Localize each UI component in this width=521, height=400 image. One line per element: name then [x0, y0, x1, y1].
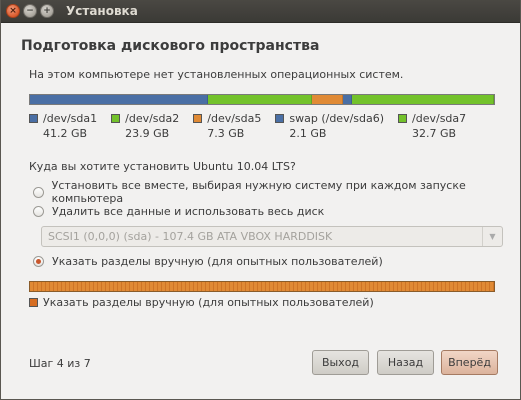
- legend-item: /dev/sda2 23.9 GB: [111, 112, 179, 140]
- disk-segment: [208, 95, 312, 104]
- legend-swatch: [193, 114, 203, 123]
- manual-partition-label: Указать разделы вручную (для опытных пол…: [43, 296, 374, 309]
- option-manual-partitioning[interactable]: Указать разделы вручную (для опытных пол…: [33, 255, 383, 268]
- close-icon: ×: [9, 5, 17, 16]
- manual-partition-bar: [29, 281, 495, 292]
- partition-legend: /dev/sda1 41.2 GB/dev/sda2 23.9 GB/dev/sda…: [29, 112, 480, 140]
- legend-item: /dev/sda5 7.3 GB: [193, 112, 261, 140]
- disk-segment: [343, 95, 353, 104]
- partition-size: 2.1 GB: [289, 127, 327, 140]
- partition-name: /dev/sda5: [207, 112, 262, 125]
- installer-window: × − + Установка Подготовка дискового про…: [0, 0, 521, 400]
- maximize-icon: +: [43, 5, 51, 16]
- radio-button[interactable]: [33, 256, 44, 267]
- partition-size: 23.9 GB: [125, 127, 170, 140]
- legend-swatch: [29, 114, 38, 123]
- disk-segment: [311, 95, 344, 104]
- option-install-alongside[interactable]: Установить все вместе, выбирая нужную си…: [33, 179, 520, 205]
- option-label: Указать разделы вручную (для опытных пол…: [52, 255, 383, 268]
- partition-name: /dev/sda1: [43, 112, 98, 125]
- partition-size: 32.7 GB: [412, 127, 457, 140]
- option-erase-disk[interactable]: Удалить все данные и использовать весь д…: [33, 205, 324, 218]
- partition-name: /dev/sda7: [412, 112, 467, 125]
- disk-segment: [352, 95, 494, 104]
- legend-item: swap (/dev/sda6) 2.1 GB: [275, 112, 384, 140]
- page-subtitle: На этом компьютере нет установленных опе…: [29, 68, 404, 81]
- disk-usage-bar: [29, 94, 495, 105]
- legend-item: /dev/sda1 41.2 GB: [29, 112, 97, 140]
- quit-button[interactable]: Выход: [312, 350, 369, 375]
- partition-name: /dev/sda2: [125, 112, 180, 125]
- disk-select[interactable]: SCSI1 (0,0,0) (sda) - 107.4 GB ATA VBOX …: [41, 226, 503, 247]
- radio-dot: [36, 259, 41, 264]
- partition-size: 41.2 GB: [43, 127, 88, 140]
- step-indicator: Шаг 4 из 7: [29, 357, 91, 370]
- minimize-icon: −: [26, 5, 34, 16]
- disk-select-value: SCSI1 (0,0,0) (sda) - 107.4 GB ATA VBOX …: [48, 230, 333, 243]
- legend-swatch: [111, 114, 121, 123]
- legend-swatch: [29, 298, 38, 307]
- title-bar: × − + Установка: [1, 0, 520, 23]
- partition-name: swap (/dev/sda6): [289, 112, 385, 125]
- radio-button[interactable]: [33, 186, 44, 198]
- partition-size: 7.3 GB: [207, 127, 245, 140]
- forward-button[interactable]: Вперёд: [441, 350, 498, 375]
- legend-item: /dev/sda7 32.7 GB: [398, 112, 466, 140]
- page-heading: Подготовка дискового пространства: [21, 38, 320, 54]
- manual-partition-legend: Указать разделы вручную (для опытных пол…: [29, 296, 374, 309]
- option-label: Удалить все данные и использовать весь д…: [52, 205, 325, 218]
- window-title: Установка: [66, 4, 138, 18]
- legend-swatch: [275, 114, 285, 123]
- option-label: Установить все вместе, выбирая нужную си…: [51, 179, 466, 205]
- legend-swatch: [398, 114, 408, 123]
- radio-button[interactable]: [33, 206, 44, 217]
- maximize-window-button[interactable]: +: [40, 4, 54, 18]
- back-button[interactable]: Назад: [377, 350, 434, 375]
- close-window-button[interactable]: ×: [6, 4, 20, 18]
- chevron-down-icon: ▼: [482, 227, 502, 246]
- disk-segment: [30, 95, 209, 104]
- minimize-window-button[interactable]: −: [23, 4, 37, 18]
- install-question: Куда вы хотите установить Ubuntu 10.04 L…: [29, 160, 296, 173]
